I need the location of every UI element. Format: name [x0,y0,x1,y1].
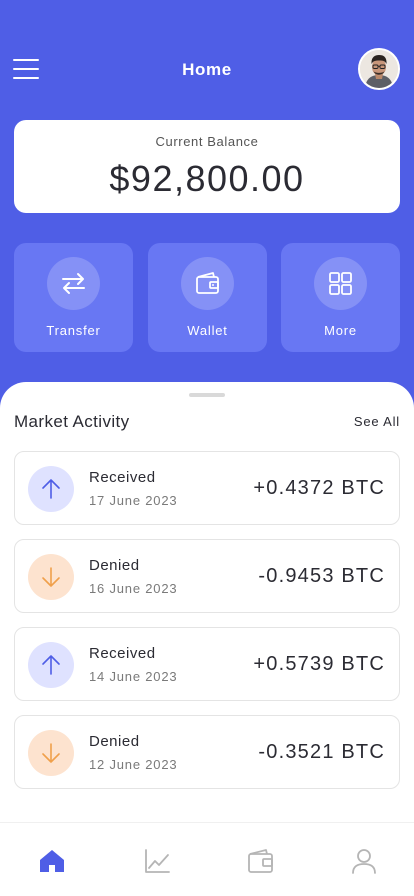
section-title: Market Activity [14,412,130,431]
transaction-amount: +0.5739 BTC [253,653,385,675]
transaction-row[interactable]: Received 14 June 2023 +0.5739 BTC [14,627,400,701]
home-screen: Home Current Balance $92,800.00 Transfer… [0,0,414,896]
balance-amount: $92,800.00 [109,158,305,199]
transfer-icon-circle [47,257,100,310]
chart-icon [145,849,170,873]
transaction-status: Received [89,469,156,486]
nav-chart[interactable] [141,845,173,877]
grid-icon [329,272,352,295]
more-button[interactable]: More [281,243,400,352]
wallet-button[interactable]: Wallet [148,243,267,352]
avatar[interactable] [358,48,400,90]
more-icon-circle [314,257,367,310]
transaction-status: Denied [89,733,140,750]
wallet-label: Wallet [187,323,228,338]
wallet-icon [196,272,219,294]
arrow-up-icon [42,479,60,499]
balance-card: Current Balance $92,800.00 [14,120,400,213]
wallet-icon [248,849,273,873]
bottom-nav [0,822,414,896]
transfer-label: Transfer [46,323,101,338]
denied-icon-circle [28,730,74,776]
transaction-row[interactable]: Received 17 June 2023 +0.4372 BTC [14,451,400,525]
home-icon [40,850,64,872]
transaction-amount: -0.9453 BTC [258,565,385,587]
nav-wallet[interactable] [244,845,276,877]
transaction-list: Received 17 June 2023 +0.4372 BTC Denied… [14,451,400,803]
received-icon-circle [28,466,74,512]
arrow-up-icon [42,655,60,675]
transaction-status: Received [89,645,156,662]
arrow-down-icon [42,743,60,763]
sheet-drag-handle[interactable] [189,393,225,397]
nav-profile[interactable] [348,845,380,877]
transaction-amount: +0.4372 BTC [253,477,385,499]
received-icon-circle [28,642,74,688]
page-title: Home [182,60,232,79]
more-label: More [324,323,357,338]
market-activity-sheet: Market Activity See All Received 17 June… [0,382,414,896]
transaction-date: 14 June 2023 [89,669,178,684]
transaction-amount: -0.3521 BTC [258,741,385,763]
arrow-down-icon [42,567,60,587]
denied-icon-circle [28,554,74,600]
header: Home [0,0,414,120]
transfer-arrows-icon [62,273,85,294]
see-all-link[interactable]: See All [354,414,400,429]
user-avatar-image [360,50,398,88]
transaction-status: Denied [89,557,140,574]
transaction-date: 16 June 2023 [89,581,178,596]
transaction-row[interactable]: Denied 16 June 2023 -0.9453 BTC [14,539,400,613]
nav-home[interactable] [36,845,68,877]
profile-icon [352,849,376,874]
transfer-button[interactable]: Transfer [14,243,133,352]
transaction-date: 17 June 2023 [89,493,178,508]
balance-label: Current Balance [155,134,259,149]
transaction-row[interactable]: Denied 12 June 2023 -0.3521 BTC [14,715,400,789]
wallet-icon-circle [181,257,234,310]
transaction-date: 12 June 2023 [89,757,178,772]
